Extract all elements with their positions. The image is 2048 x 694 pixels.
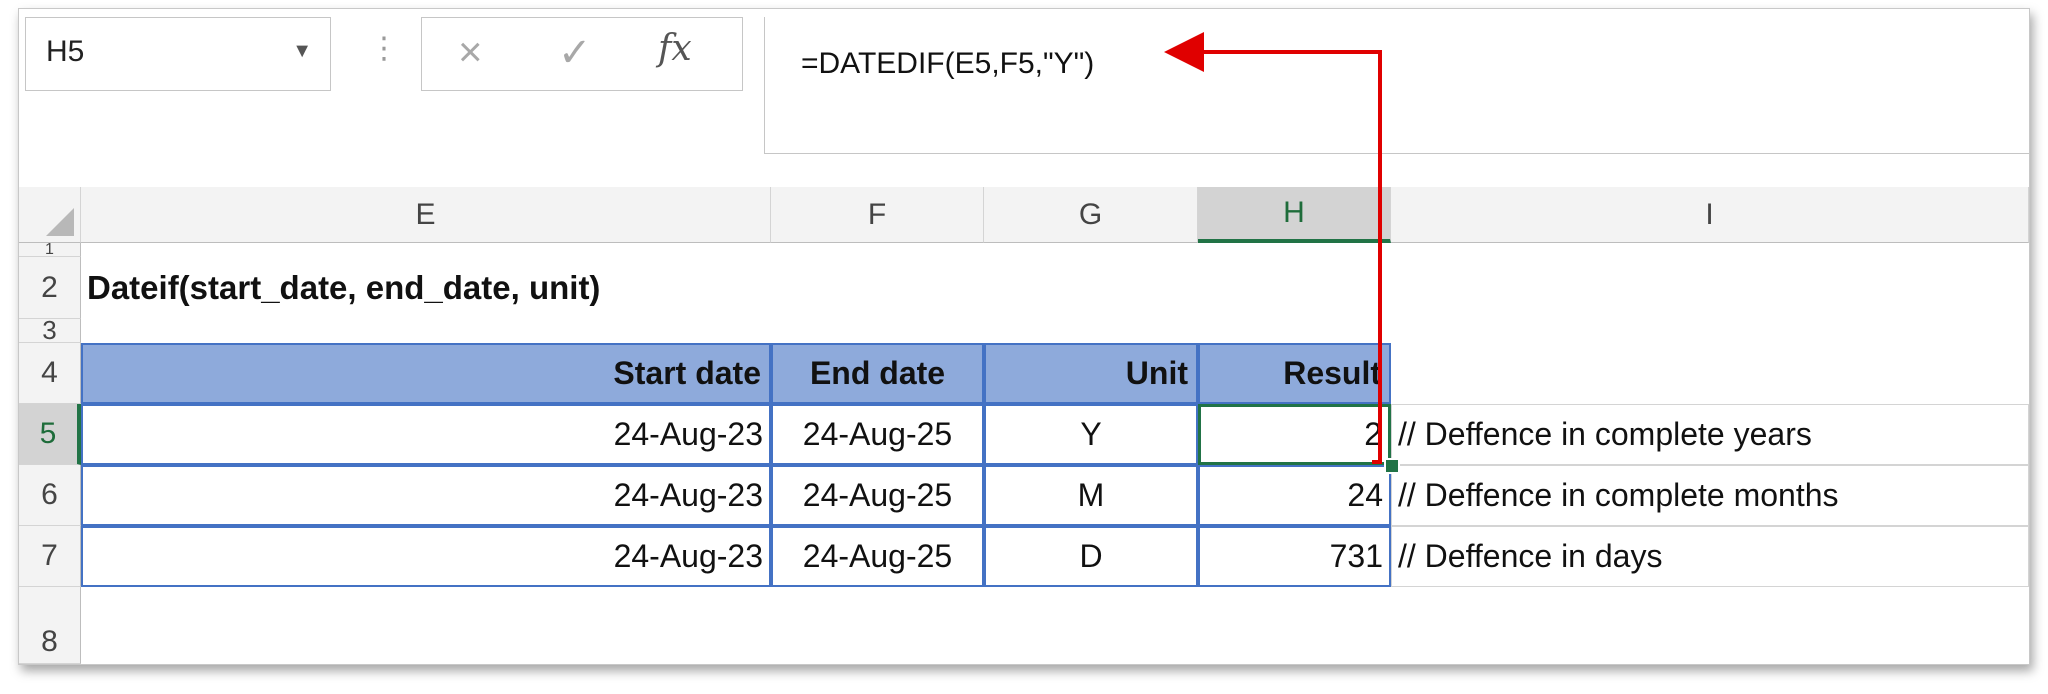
cell-i5[interactable]: // Deffence in complete years xyxy=(1391,404,2029,465)
insert-function-icon[interactable]: fx xyxy=(658,28,692,69)
column-header-f[interactable]: F xyxy=(771,187,984,243)
header-start-date[interactable]: Start date xyxy=(81,343,771,404)
name-box[interactable]: H5 ▼ xyxy=(25,17,331,91)
header-unit[interactable]: Unit xyxy=(984,343,1198,404)
fill-handle[interactable] xyxy=(1384,458,1400,474)
cell-e6[interactable]: 24-Aug-23 xyxy=(81,465,771,526)
cancel-icon[interactable]: × xyxy=(458,28,483,76)
formula-text: =DATEDIF(E5,F5,"Y") xyxy=(801,47,1095,80)
header-result[interactable]: Result xyxy=(1198,343,1391,404)
row-header-1[interactable]: 1 xyxy=(19,243,81,257)
more-options-icon[interactable]: ⋮ xyxy=(369,31,399,66)
cell-e7[interactable]: 24-Aug-23 xyxy=(81,526,771,587)
column-header-h[interactable]: H xyxy=(1198,187,1391,243)
cell-f6[interactable]: 24-Aug-25 xyxy=(771,465,984,526)
cell-i6[interactable]: // Deffence in complete months xyxy=(1391,465,2029,526)
row-header-5[interactable]: 5 xyxy=(19,404,81,465)
cell-g7[interactable]: D xyxy=(984,526,1198,587)
cell-h5[interactable]: 2 xyxy=(1198,404,1391,465)
cell-f7[interactable]: 24-Aug-25 xyxy=(771,526,984,587)
formula-title: Dateif(start_date, end_date, unit) xyxy=(87,269,601,306)
column-header-g[interactable]: G xyxy=(984,187,1198,243)
header-end-date[interactable]: End date xyxy=(771,343,984,404)
cell-h7[interactable]: 731 xyxy=(1198,526,1391,587)
select-all-icon xyxy=(46,208,74,236)
row-header-3[interactable]: 3 xyxy=(19,319,81,343)
excel-window: H5 ▼ ⋮ × ✓ fx =DATEDIF(E5,F5,"Y") E F G … xyxy=(18,8,2030,665)
cell-h6[interactable]: 24 xyxy=(1198,465,1391,526)
row-header-6[interactable]: 6 xyxy=(19,465,81,526)
select-all-button[interactable] xyxy=(19,187,81,243)
row-header-8[interactable]: 8 xyxy=(19,587,81,664)
formula-bar: H5 ▼ ⋮ × ✓ fx =DATEDIF(E5,F5,"Y") xyxy=(19,9,2029,187)
row-header-4[interactable]: 4 xyxy=(19,343,81,404)
row-header-7[interactable]: 7 xyxy=(19,526,81,587)
column-header-i[interactable]: I xyxy=(1391,187,2029,243)
cell-i7[interactable]: // Deffence in days xyxy=(1391,526,2029,587)
cell-f5[interactable]: 24-Aug-25 xyxy=(771,404,984,465)
enter-check-icon[interactable]: ✓ xyxy=(558,30,592,76)
formula-input[interactable]: =DATEDIF(E5,F5,"Y") xyxy=(764,17,2029,154)
chevron-down-icon[interactable]: ▼ xyxy=(292,40,312,63)
cell-g6[interactable]: M xyxy=(984,465,1198,526)
cell-g5[interactable]: Y xyxy=(984,404,1198,465)
name-box-value: H5 xyxy=(46,35,85,68)
cell-e5[interactable]: 24-Aug-23 xyxy=(81,404,771,465)
formula-buttons: × ✓ fx xyxy=(421,17,743,91)
column-header-e[interactable]: E xyxy=(81,187,771,243)
row-header-2[interactable]: 2 xyxy=(19,257,81,319)
